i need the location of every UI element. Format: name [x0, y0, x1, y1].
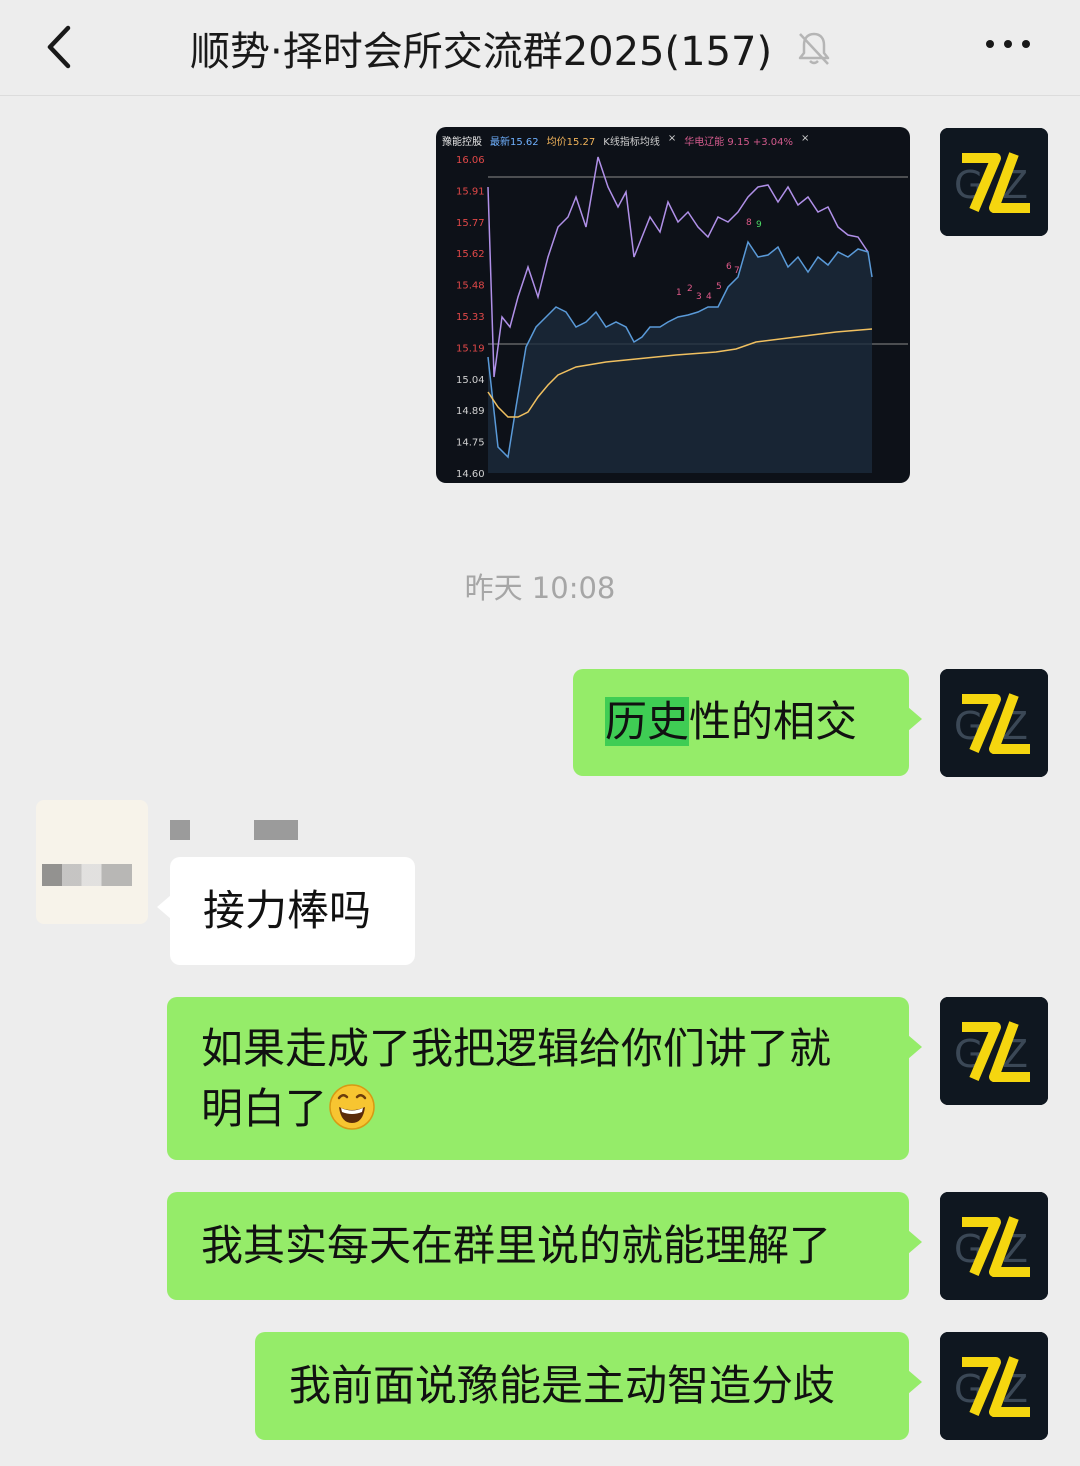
my-avatar[interactable]: G Z: [940, 1332, 1048, 1440]
my-avatar[interactable]: G Z: [940, 128, 1048, 236]
message-text: 我其实每天在群里说的就能理解了: [201, 1221, 832, 1270]
chat-title: 顺势·择时会所交流群2025(157): [190, 29, 773, 75]
chart-avg: 均价15.27: [546, 137, 596, 148]
back-chevron-icon[interactable]: [36, 22, 86, 72]
chart-y-tick: 15.91: [456, 186, 485, 197]
chat-header: 顺势·择时会所交流群2025(157): [0, 0, 1080, 96]
chart-y-tick: 15.77: [456, 218, 485, 229]
chart-y-tick: 15.33: [456, 312, 485, 323]
chart-close-2: ×: [801, 133, 810, 144]
chart-marker: 7: [734, 266, 740, 276]
chat-title-area[interactable]: 顺势·择时会所交流群2025(157): [190, 18, 834, 78]
chart-image-message[interactable]: 豫能控股 最新15.62 均价15.27 K线指标均线 × 华电辽能 9.15 …: [436, 127, 910, 483]
chart-marker: 5: [716, 282, 722, 292]
chart-marker: 1: [676, 288, 682, 298]
message-text: 接力棒吗: [203, 886, 372, 935]
chart-y-tick: 15.19: [456, 343, 485, 354]
highlighted-text: 历史: [605, 697, 690, 746]
chart-close-1: ×: [667, 133, 677, 144]
message-bubble-4[interactable]: 我其实每天在群里说的就能理解了: [167, 1192, 922, 1300]
chart-plot: 16.06 15.91 15.77 15.62 15.48 15.33 15.19 15.04…: [456, 155, 908, 480]
chart-y-tick: 14.60: [456, 469, 485, 480]
message-bubble-2[interactable]: 接力棒吗: [157, 857, 415, 965]
chart-marker: 3: [696, 292, 702, 302]
message-bubble-3[interactable]: 如果走成了我把逻辑给你们讲了就 明白了: [167, 997, 922, 1160]
message-bubble-1[interactable]: 历史性的相交: [573, 669, 922, 776]
chart-y-tick: 15.04: [456, 375, 485, 386]
chart-y-tick: 14.89: [456, 406, 485, 417]
sender-name-blurred: [254, 820, 298, 840]
sender-avatar-blurred[interactable]: [36, 800, 148, 924]
chart-marker: 9: [756, 220, 762, 230]
chart-marker: 6: [726, 262, 732, 272]
chart-y-tick: 16.06: [456, 155, 485, 166]
chart-y-tick: 15.62: [456, 249, 485, 260]
chart-area: [488, 242, 872, 473]
my-avatar[interactable]: G Z: [940, 1192, 1048, 1300]
chart-latest: 最新15.62: [490, 137, 539, 148]
chart-y-tick: 14.75: [456, 438, 485, 449]
chart-indicator: K线指标均线: [603, 137, 660, 148]
chart-marker: 4: [706, 292, 712, 302]
chart-marker: 8: [746, 218, 752, 228]
avatar-logo-icon: G Z: [940, 128, 1048, 236]
chart-header: 豫能控股 最新15.62 均价15.27 K线指标均线 × 华电辽能 9.15 …: [442, 133, 809, 148]
sender-name-blurred: [170, 820, 190, 840]
avatar-logo-icon: G Z: [940, 997, 1048, 1105]
avatar-logo-icon: G Z: [940, 669, 1048, 777]
message-bubble-5[interactable]: 我前面说豫能是主动智造分歧: [255, 1332, 922, 1440]
avatar-logo-icon: G Z: [940, 1192, 1048, 1300]
message-text: 性的相交: [689, 697, 858, 746]
message-text-line1: 如果走成了我把逻辑给你们讲了就: [201, 1024, 832, 1073]
chart-marker: 2: [687, 284, 693, 294]
more-dots-icon[interactable]: [986, 40, 1030, 48]
my-avatar[interactable]: G Z: [940, 669, 1048, 777]
message-text: 我前面说豫能是主动智造分歧: [289, 1361, 836, 1410]
chart-y-tick: 15.48: [456, 281, 485, 292]
bell-off-icon: [798, 32, 830, 65]
my-avatar[interactable]: G Z: [940, 997, 1048, 1105]
chart-compare: 华电辽能 9.15 +3.04%: [684, 137, 794, 148]
message-text-line2: 明白了: [201, 1084, 328, 1133]
message-timestamp: 昨天 10:08: [464, 571, 616, 605]
grinning-face-emoji: [329, 1084, 375, 1130]
avatar-logo-icon: G Z: [940, 1332, 1048, 1440]
chart-stock-name: 豫能控股: [442, 137, 482, 148]
